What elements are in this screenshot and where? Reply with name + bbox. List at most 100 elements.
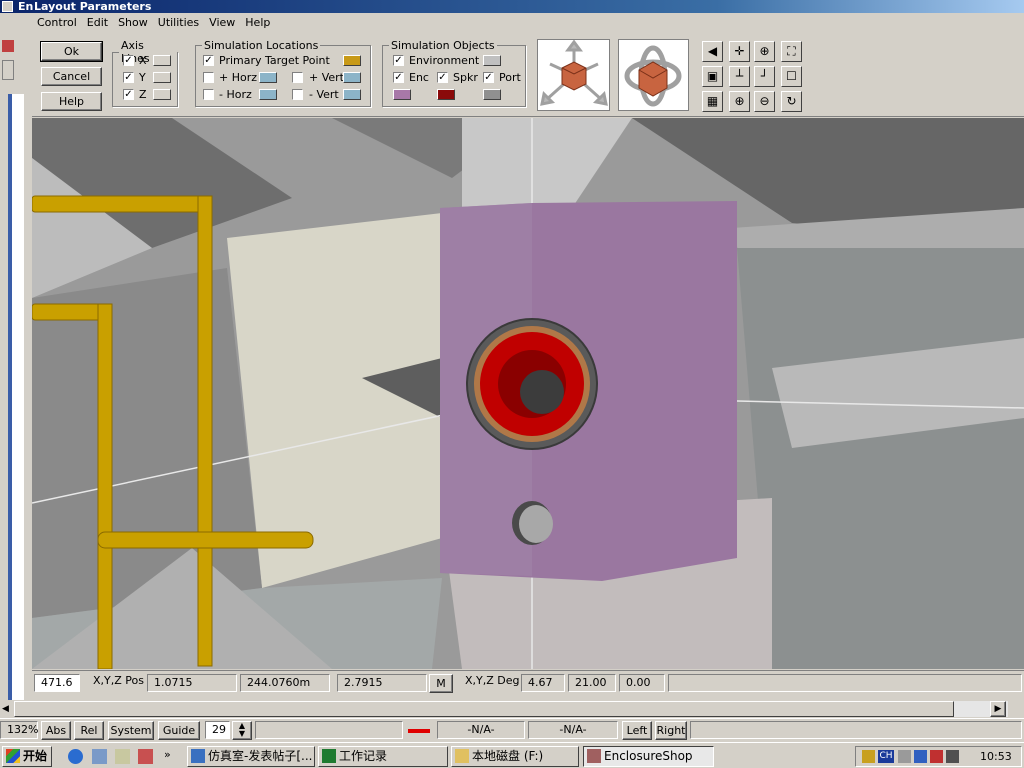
menu-show[interactable]: Show — [113, 14, 153, 31]
more-quicklaunch-icon[interactable]: » — [164, 748, 171, 761]
scroll-right-icon[interactable]: ▶ — [990, 701, 1006, 717]
browser-icon — [191, 749, 205, 763]
deg-y-field: 21.00 — [568, 674, 616, 692]
enclosure-view-icon[interactable]: ▣ — [702, 66, 723, 87]
speaker-view-icon[interactable]: ◀ — [702, 41, 723, 62]
abs-button[interactable]: Abs — [41, 721, 71, 740]
task-forum-post[interactable]: 仿真室-发表帖子[... — [187, 746, 315, 767]
right-button[interactable]: Right — [655, 721, 687, 740]
menu-control[interactable]: Control — [32, 14, 82, 31]
menu-edit[interactable]: Edit — [82, 14, 113, 31]
tray-network-icon[interactable] — [914, 750, 927, 763]
system-button[interactable]: System — [108, 721, 154, 740]
desktop-icon[interactable] — [115, 749, 130, 764]
environment-color-button[interactable] — [483, 55, 501, 66]
axis-z-label: Z — [139, 88, 147, 101]
axis-x-checkbox[interactable]: ✓ — [123, 55, 134, 66]
axis-z-checkbox[interactable]: ✓ — [123, 89, 134, 100]
fit-window-icon[interactable]: ⛶ — [781, 41, 802, 62]
3d-viewport[interactable] — [32, 118, 1024, 669]
app-icon — [2, 1, 13, 12]
primary-target-checkbox[interactable]: ✓ — [203, 55, 214, 66]
enc-color-button[interactable] — [393, 89, 411, 100]
tray-shield-icon[interactable] — [930, 750, 943, 763]
pan-icon[interactable]: ☐ — [781, 66, 802, 87]
tray-keyboard-icon[interactable] — [898, 750, 911, 763]
spkr-color-button[interactable] — [437, 89, 455, 100]
enc-checkbox[interactable]: ✓ — [393, 72, 404, 83]
system-tray: CH 10:53 — [855, 746, 1022, 767]
tray-speaker-icon[interactable] — [946, 750, 959, 763]
3d-scene — [32, 118, 1024, 669]
move-view-button[interactable] — [537, 39, 610, 111]
layout-parameters-panel: Ok Cancel Help Axis Lines ✓ X ✓ Y ✓ Z Si… — [32, 33, 1024, 117]
primary-target-color-button[interactable] — [343, 55, 361, 66]
guide-button[interactable]: Guide — [158, 721, 200, 740]
minus-horz-checkbox[interactable] — [203, 89, 214, 100]
cancel-button[interactable]: Cancel — [41, 67, 102, 86]
minus-horz-color-button[interactable] — [259, 89, 277, 100]
taskbar: 开始 » 仿真室-发表帖子[... 工作记录 本地磁盘 (F:) Enclosu… — [0, 742, 1024, 768]
target-icon[interactable]: ⊕ — [754, 41, 775, 62]
scroll-thumb[interactable] — [14, 701, 954, 717]
reset-view-icon[interactable]: ↻ — [781, 91, 802, 112]
align-corner-icon[interactable]: ┘ — [754, 66, 775, 87]
axis-y-checkbox[interactable]: ✓ — [123, 72, 134, 83]
crosshair-center-icon[interactable]: ✛ — [729, 41, 750, 62]
empty-status-1 — [255, 721, 403, 739]
axis-x-color-button[interactable] — [153, 55, 171, 66]
rotate-view-button[interactable] — [618, 39, 689, 111]
tray-pen-icon[interactable] — [862, 750, 875, 763]
port-checkbox[interactable]: ✓ — [483, 72, 494, 83]
plus-vert-checkbox[interactable] — [292, 72, 303, 83]
enc-label: Enc — [409, 71, 429, 84]
zoom-out-icon[interactable]: ⊖ — [754, 91, 775, 112]
start-button[interactable]: 开始 — [2, 746, 52, 767]
quicklaunch-icon[interactable] — [138, 749, 153, 764]
minus-vert-color-button[interactable] — [343, 89, 361, 100]
status-empty-field — [668, 674, 1022, 692]
menu-view[interactable]: View — [204, 14, 240, 31]
environment-checkbox[interactable]: ✓ — [393, 55, 404, 66]
menu-utilities[interactable]: Utilities — [153, 14, 204, 31]
axis-x-label: X — [139, 54, 147, 67]
m-button[interactable]: M — [429, 674, 453, 693]
minus-vert-checkbox[interactable] — [292, 89, 303, 100]
pos-x-field: 1.0715 — [147, 674, 237, 692]
start-label: 开始 — [23, 749, 48, 763]
task-label: 本地磁盘 (F:) — [472, 749, 544, 763]
spkr-checkbox[interactable]: ✓ — [437, 72, 448, 83]
pos-label: X,Y,Z Pos — [93, 674, 144, 687]
horizontal-scrollbar[interactable]: ◀ ▶ — [0, 700, 1024, 718]
help-button[interactable]: Help — [41, 92, 102, 111]
plus-vert-color-button[interactable] — [343, 72, 361, 83]
align-bottom-left-icon[interactable]: ┴ — [729, 66, 750, 87]
ie-icon[interactable] — [68, 749, 83, 764]
plus-horz-checkbox[interactable] — [203, 72, 214, 83]
image-view-icon[interactable]: ▦ — [702, 91, 723, 112]
plus-horz-color-button[interactable] — [259, 72, 277, 83]
menu-help[interactable]: Help — [240, 14, 275, 31]
empty-status-2 — [690, 721, 1022, 739]
ok-button[interactable]: Ok — [40, 41, 103, 62]
zoom-value-field[interactable]: 471.6 — [34, 674, 80, 692]
language-indicator[interactable]: CH — [878, 750, 894, 763]
task-local-disk[interactable]: 本地磁盘 (F:) — [451, 746, 579, 767]
pos-z-field: 2.7915 — [337, 674, 427, 692]
port-color-button[interactable] — [483, 89, 501, 100]
rel-button[interactable]: Rel — [74, 721, 104, 740]
axis-y-color-button[interactable] — [153, 72, 171, 83]
guide-spinner[interactable]: ▲ ▼ — [232, 721, 252, 740]
port-label: Port — [499, 71, 521, 84]
explorer-icon[interactable] — [92, 749, 107, 764]
excel-icon — [322, 749, 336, 763]
left-button[interactable]: Left — [622, 721, 652, 740]
zoom-in-icon[interactable]: ⊕ — [729, 91, 750, 112]
axis-z-color-button[interactable] — [153, 89, 171, 100]
deg-label: X,Y,Z Deg — [465, 674, 520, 687]
guide-value-input[interactable]: 29 — [205, 721, 230, 739]
move-arrows-icon — [540, 39, 608, 106]
scroll-left-icon[interactable]: ◀ — [2, 704, 9, 714]
task-work-log[interactable]: 工作记录 — [318, 746, 448, 767]
task-enclosureshop[interactable]: EnclosureShop — [583, 746, 714, 767]
